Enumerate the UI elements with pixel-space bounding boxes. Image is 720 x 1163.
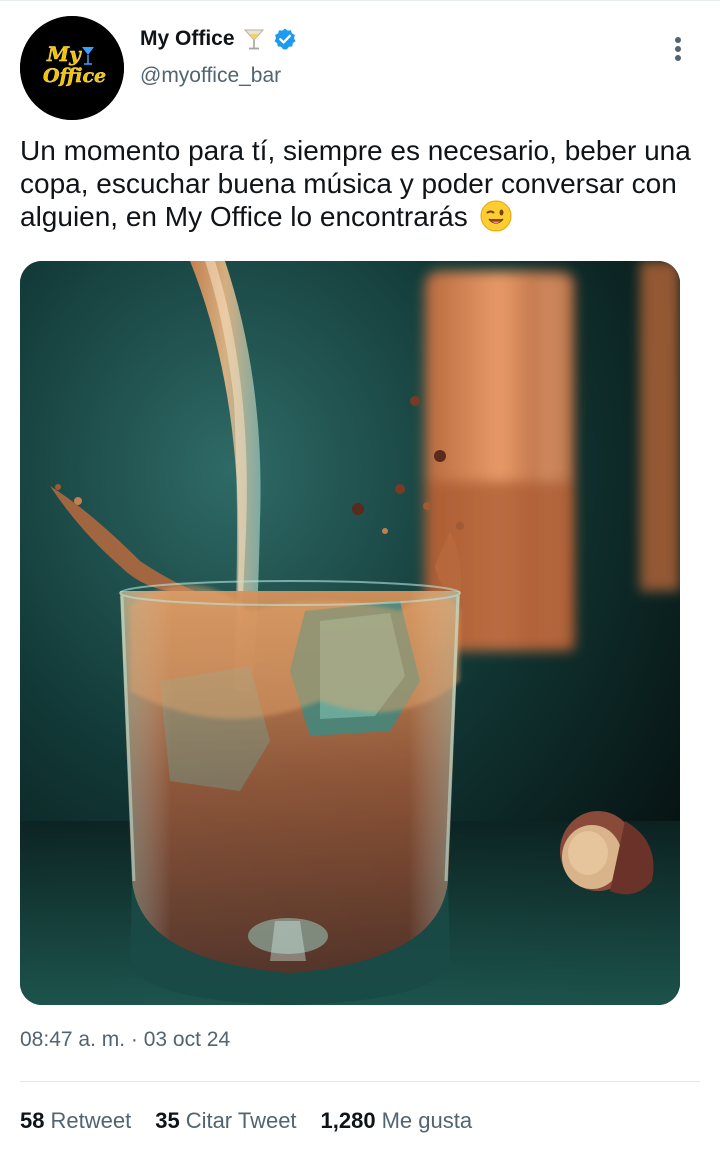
user-handle[interactable]: @myoffice_bar	[140, 64, 281, 88]
quotes-stat[interactable]: 35 Citar Tweet	[155, 1108, 296, 1134]
cocktail-glass-icon	[243, 27, 265, 51]
whisky-glass	[119, 580, 461, 1005]
likes-label: Me gusta	[381, 1108, 473, 1133]
verified-badge-icon	[273, 27, 297, 51]
tweet-text: Un momento para tí, siempre es necesario…	[20, 135, 691, 232]
tweet-time: 08:47 a. m.	[20, 1028, 126, 1051]
tweet-photo[interactable]	[20, 261, 680, 1005]
quotes-count: 35	[155, 1108, 180, 1133]
tweet-date: 03 oct 24	[143, 1028, 231, 1051]
quotes-label: Citar Tweet	[185, 1108, 297, 1133]
retweets-count: 58	[20, 1108, 45, 1133]
more-vertical-icon[interactable]	[664, 36, 692, 64]
logo-text-bottom: Office	[43, 65, 106, 87]
winking-face-emoji-icon	[480, 200, 512, 232]
avatar[interactable]: My Office	[20, 16, 124, 120]
logo-text-top: My	[46, 42, 82, 66]
timestamp-separator: ·	[130, 1028, 144, 1051]
tweet-timestamp[interactable]: 08:47 a. m. · 03 oct 24	[20, 1028, 230, 1052]
retweets-stat[interactable]: 58 Retweet	[20, 1108, 131, 1134]
stats-divider	[20, 1081, 700, 1082]
whisky-glass-image	[20, 261, 680, 1005]
likes-count: 1,280	[320, 1108, 376, 1133]
top-divider	[0, 0, 720, 1]
tweet-text-block: Un momento para tí, siempre es necesario…	[20, 134, 710, 233]
likes-stat[interactable]: 1,280 Me gusta	[321, 1108, 473, 1134]
display-name-row: My Office	[140, 24, 297, 54]
display-name[interactable]: My Office	[140, 27, 235, 51]
engagement-stats: 58 Retweet 35 Citar Tweet 1,280 Me gusta	[20, 1108, 472, 1134]
retweets-label: Retweet	[50, 1108, 132, 1133]
my-office-logo: My Office	[20, 16, 124, 120]
